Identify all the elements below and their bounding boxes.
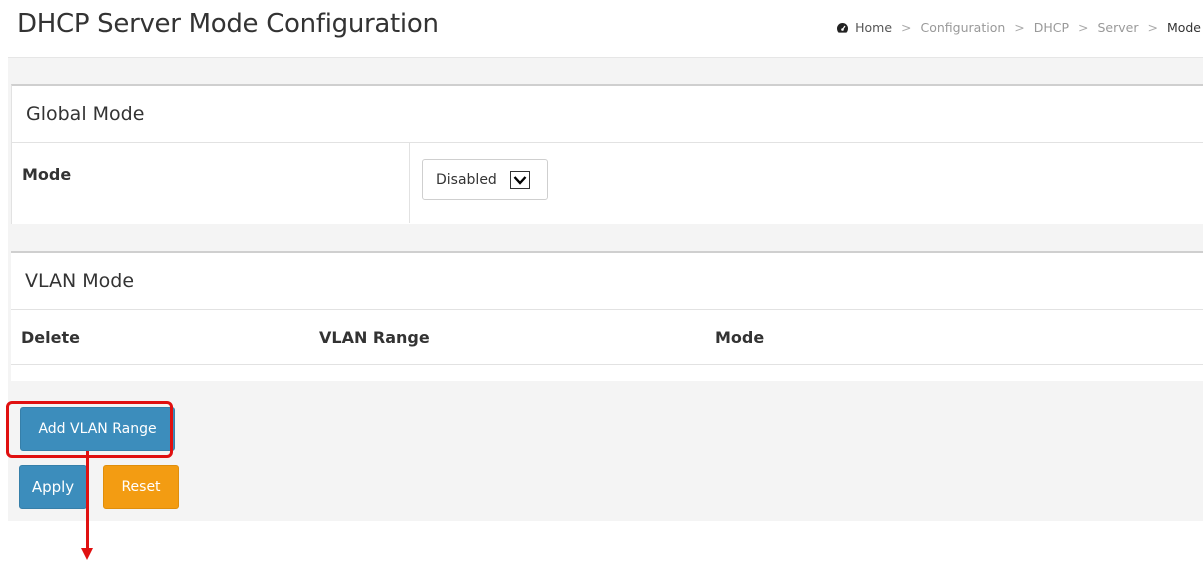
mode-label: Mode — [12, 143, 410, 223]
breadcrumb-dhcp-link[interactable]: DHCP — [1034, 20, 1069, 35]
apply-button[interactable]: Apply — [19, 465, 87, 509]
annotation-arrow-line — [86, 451, 89, 551]
breadcrumb-server-link[interactable]: Server — [1097, 20, 1138, 35]
global-mode-row: Mode Disabled — [12, 143, 1203, 223]
vlan-table-header: Delete VLAN Range Mode — [11, 310, 1203, 365]
vlan-mode-panel: VLAN Mode Delete VLAN Range Mode — [11, 251, 1203, 381]
mode-select[interactable]: Disabled — [422, 159, 548, 200]
chevron-down-icon[interactable] — [510, 171, 530, 189]
breadcrumb-configuration-link[interactable]: Configuration — [921, 20, 1006, 35]
breadcrumb-separator: > — [1147, 20, 1158, 35]
reset-button[interactable]: Reset — [103, 465, 179, 509]
page-title: DHCP Server Mode Configuration — [17, 9, 439, 39]
mode-select-value: Disabled — [436, 171, 497, 188]
breadcrumb: Home > Configuration > DHCP > Server > M… — [836, 20, 1201, 37]
global-mode-panel: Global Mode Mode Disabled — [11, 84, 1203, 224]
dashboard-icon[interactable] — [836, 22, 849, 37]
add-vlan-range-button[interactable]: Add VLAN Range — [20, 407, 175, 451]
breadcrumb-separator: > — [901, 20, 912, 35]
page-body: DHCP Server Mode Configuration Home > Co… — [8, 0, 1203, 521]
global-mode-heading: Global Mode — [12, 86, 1203, 143]
mode-value-cell: Disabled — [410, 143, 1203, 223]
annotation-arrow-down-icon — [81, 548, 93, 560]
vlan-mode-heading: VLAN Mode — [11, 253, 1203, 310]
breadcrumb-current: Mode — [1166, 20, 1201, 35]
breadcrumb-home-link[interactable]: Home — [855, 20, 892, 35]
column-header-mode: Mode — [715, 328, 765, 347]
breadcrumb-separator: > — [1078, 20, 1089, 35]
column-header-vlan-range: VLAN Range — [319, 328, 430, 347]
page-header: DHCP Server Mode Configuration Home > Co… — [8, 0, 1203, 58]
column-header-delete: Delete — [21, 328, 80, 347]
breadcrumb-separator: > — [1014, 20, 1025, 35]
